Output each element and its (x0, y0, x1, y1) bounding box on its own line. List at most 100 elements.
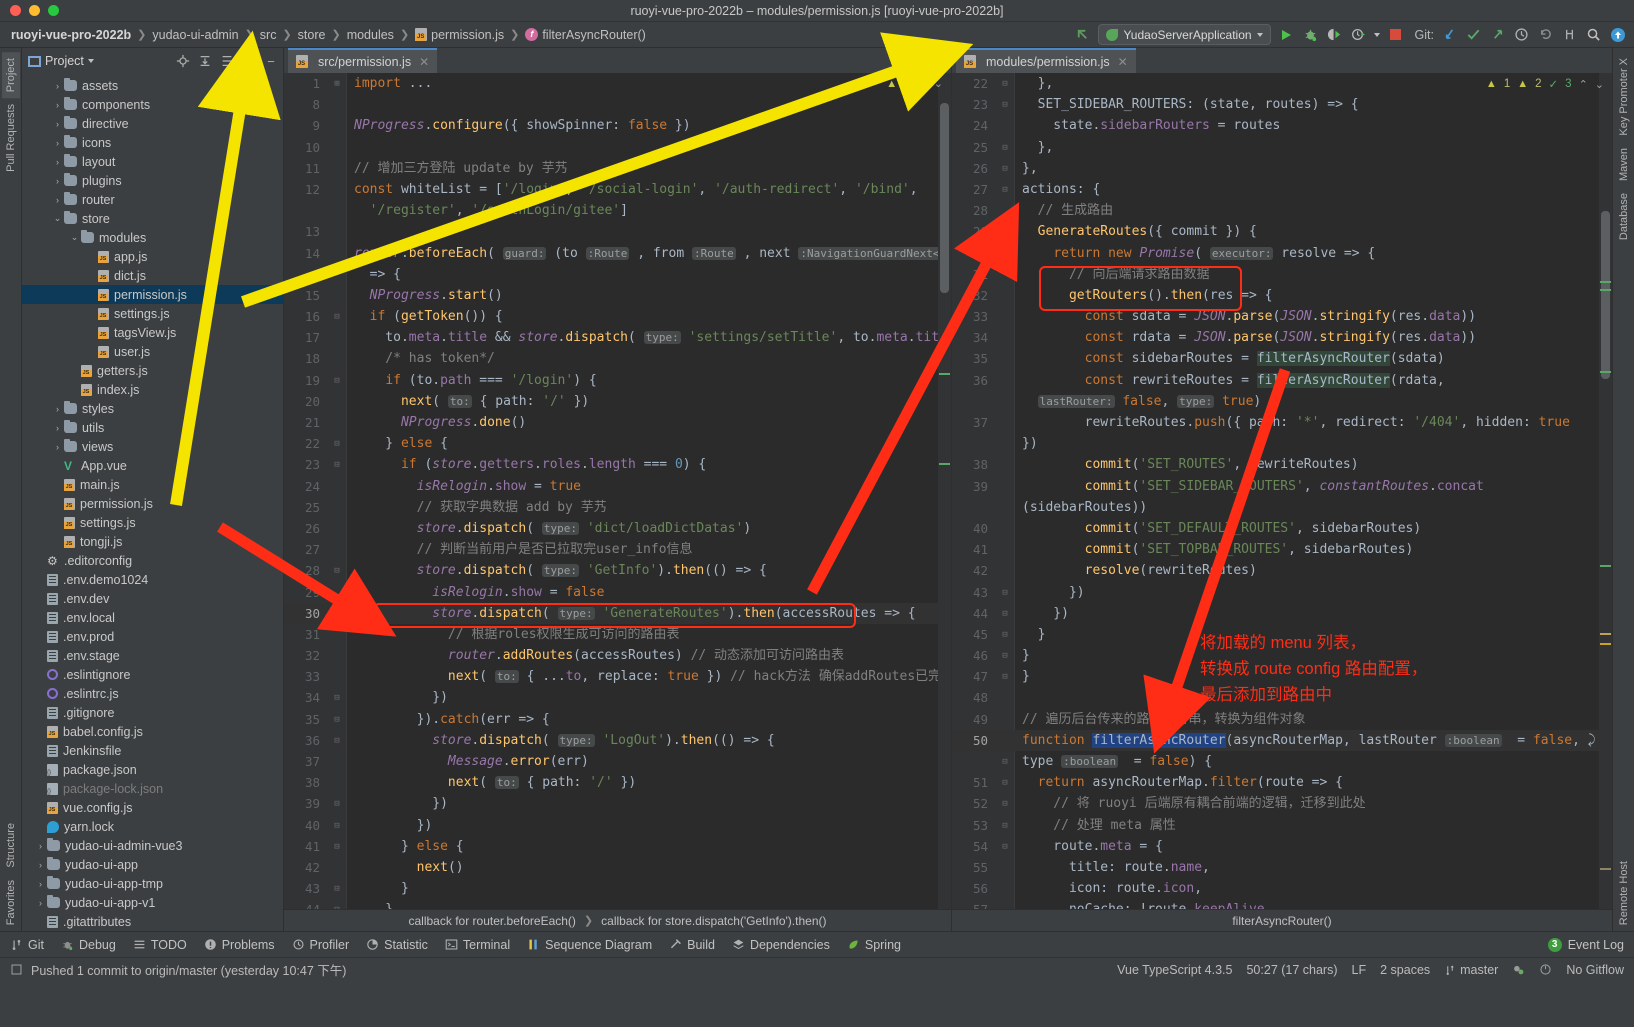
code-line[interactable]: '/register', '/oauthLogin/gitee'] (284, 200, 951, 221)
code-fold-icon[interactable]: ⊟ (1000, 646, 1010, 667)
tree-item-main-js[interactable]: main.js (22, 475, 283, 494)
code-line[interactable]: 10 (284, 137, 951, 158)
tool-window-spring[interactable]: Spring (847, 938, 901, 952)
sidebar-item-remote-host[interactable]: Remote Host (1615, 855, 1633, 931)
code-line[interactable]: 37 Message.error(err) (284, 751, 951, 772)
code-fold-icon[interactable]: ⊟ (1000, 74, 1010, 95)
tab-src-permission-js[interactable]: src/permission.js ✕ (288, 48, 437, 73)
tree-item-layout[interactable]: ›layout (22, 152, 283, 171)
updates-icon[interactable] (1609, 26, 1626, 43)
code-fold-icon[interactable]: ⊟ (1000, 159, 1010, 180)
tree-item-yudao-ui-admin-vue3[interactable]: ›yudao-ui-admin-vue3 (22, 836, 283, 855)
code-line[interactable]: 45⊟ } (952, 624, 1612, 645)
tree-item-app-vue[interactable]: VApp.vue (22, 456, 283, 475)
code-fold-icon[interactable]: ⊞ (332, 74, 342, 95)
sidebar-item-pull-requests[interactable]: Pull Requests (2, 98, 20, 178)
code-line[interactable]: 17 to.meta.title && store.dispatch( type… (284, 327, 951, 348)
code-line[interactable]: 12const whiteList = ['/login', '/social-… (284, 179, 951, 200)
chevron-down-icon[interactable] (88, 59, 94, 63)
code-line[interactable]: 13 (284, 221, 951, 242)
rollback-icon[interactable] (1537, 26, 1554, 43)
close-window-icon[interactable] (10, 5, 21, 16)
code-line[interactable]: 23⊟ if (store.getters.roles.length === 0… (284, 454, 951, 475)
code-line[interactable]: 26 store.dispatch( type: 'dict/loadDictD… (284, 518, 951, 539)
tree-item-gitignore[interactable]: .gitignore (22, 703, 283, 722)
chevron-right-icon[interactable]: › (34, 841, 47, 851)
back-arrow-icon[interactable] (1074, 26, 1091, 43)
inspection-widget-right[interactable]: ▲ 1 ▲ 2 ✓ 3 ⌃ ⌄ (1486, 77, 1604, 91)
code-line[interactable]: 48 (952, 687, 1612, 708)
code-line[interactable]: 25⊟ }, (952, 137, 1612, 158)
code-line[interactable]: => { (284, 264, 951, 285)
profile-icon[interactable] (1350, 26, 1367, 43)
code-fold-icon[interactable]: ⊟ (1000, 244, 1010, 265)
breadcrumb-item-modules[interactable]: modules (344, 28, 397, 42)
code-line[interactable]: 54⊟ route.meta = { (952, 836, 1612, 857)
code-fold-icon[interactable]: ⊟ (332, 371, 342, 392)
inspection-widget-left[interactable]: ▲ 6 ⌃ ⌄ (886, 77, 943, 90)
tree-item-settings-js[interactable]: settings.js (22, 513, 283, 532)
chevron-up-icon[interactable]: ⌃ (1579, 78, 1588, 91)
code-fold-icon[interactable]: ⊟ (332, 794, 342, 815)
event-log-area[interactable]: 3 Event Log (1548, 938, 1624, 952)
breadcrumb-callback-1[interactable]: callback for router.beforeEach() (409, 914, 576, 928)
code-line[interactable]: }) (952, 433, 1612, 454)
breadcrumb-item-project[interactable]: ruoyi-vue-pro-2022b (8, 28, 134, 42)
tree-item-utils[interactable]: ›utils (22, 418, 283, 437)
code-line[interactable]: 32 router.addRoutes(accessRoutes) // 动态添… (284, 645, 951, 666)
code-line[interactable]: 23⊟ SET_SIDEBAR_ROUTERS: (state, routes)… (952, 94, 1612, 115)
code-line[interactable]: 53⊟ // 处理 meta 属性 (952, 815, 1612, 836)
chevron-right-icon[interactable]: › (51, 442, 64, 452)
stop-icon[interactable] (1387, 26, 1404, 43)
code-line[interactable]: 15 NProgress.start() (284, 285, 951, 306)
code-line[interactable]: 8 (284, 94, 951, 115)
code-line[interactable]: 31 // 向后端请求路由数据 (952, 264, 1612, 285)
update-project-icon[interactable] (1441, 26, 1458, 43)
code-fold-icon[interactable]: ⊟ (332, 837, 342, 858)
maximize-window-icon[interactable] (48, 5, 59, 16)
tree-item-babel-config-js[interactable]: babel.config.js (22, 722, 283, 741)
code-line[interactable]: 1⊞import ... (284, 73, 951, 94)
scrollbar-thumb[interactable] (940, 103, 949, 293)
code-line[interactable]: 50function filterAsyncRouter(asyncRouter… (952, 730, 1612, 751)
tool-window-profiler[interactable]: Profiler (292, 938, 350, 952)
code-fold-icon[interactable]: ⊟ (1000, 752, 1010, 773)
memory-icon[interactable] (10, 963, 23, 976)
chevron-down-icon[interactable]: ⌄ (934, 77, 943, 90)
tree-item-yarn-lock[interactable]: yarn.lock (22, 817, 283, 836)
chevron-right-icon[interactable]: › (34, 860, 47, 870)
code-fold-icon[interactable]: ⊟ (332, 561, 342, 582)
code-area-right[interactable]: 22⊟ },23⊟ SET_SIDEBAR_ROUTERS: (state, r… (952, 73, 1612, 909)
code-line[interactable]: 43⊟ }) (952, 582, 1612, 603)
project-tree[interactable]: ›assets›components›directive›icons›layou… (22, 74, 283, 931)
minimize-window-icon[interactable] (29, 5, 40, 16)
code-line[interactable]: 42 resolve(rewriteRoutes) (952, 560, 1612, 581)
tree-item-permission-js[interactable]: permission.js (22, 494, 283, 513)
sidebar-item-database[interactable]: Database (1615, 187, 1633, 246)
code-fold-icon[interactable]: ⊟ (332, 816, 342, 837)
tool-window-todo[interactable]: TODO (133, 938, 187, 952)
sidebar-item-key-promoter[interactable]: Key Promoter X (1615, 52, 1633, 142)
collapse-all-icon[interactable] (219, 53, 235, 69)
chevron-right-icon[interactable]: › (51, 423, 64, 433)
tree-item-dict-js[interactable]: dict.js (22, 266, 283, 285)
code-line[interactable]: 36⊟ store.dispatch( type: 'LogOut').then… (284, 730, 951, 751)
tree-item-assets[interactable]: ›assets (22, 76, 283, 95)
tree-item-yudao-ui-app[interactable]: ›yudao-ui-app (22, 855, 283, 874)
status-line-separator[interactable]: LF (1352, 963, 1367, 977)
breadcrumb-function[interactable]: filterAsyncRouter() (1232, 914, 1331, 928)
code-line[interactable]: 19⊟ if (to.path === '/login') { (284, 370, 951, 391)
code-fold-icon[interactable]: ⊟ (1000, 583, 1010, 604)
code-fold-icon[interactable]: ⊟ (332, 879, 342, 900)
code-line[interactable]: 39⊟ }) (284, 793, 951, 814)
locate-icon[interactable] (175, 53, 191, 69)
code-line[interactable]: 41⊟ } else { (284, 836, 951, 857)
tool-window-build[interactable]: Build (669, 938, 715, 952)
analysis-scrollbar-left[interactable] (938, 73, 951, 909)
breadcrumb-callback-2[interactable]: callback for store.dispatch('GetInfo').t… (601, 914, 826, 928)
code-line[interactable]: 56 icon: route.icon, (952, 878, 1612, 899)
code-line[interactable]: 39 commit('SET_SIDEBAR_ROUTERS', constan… (952, 476, 1612, 497)
inspections-icon[interactable] (1512, 963, 1525, 976)
tree-item-editorconfig[interactable]: ⚙.editorconfig (22, 551, 283, 570)
code-line[interactable]: lastRouter: false, type: true) (952, 391, 1612, 412)
